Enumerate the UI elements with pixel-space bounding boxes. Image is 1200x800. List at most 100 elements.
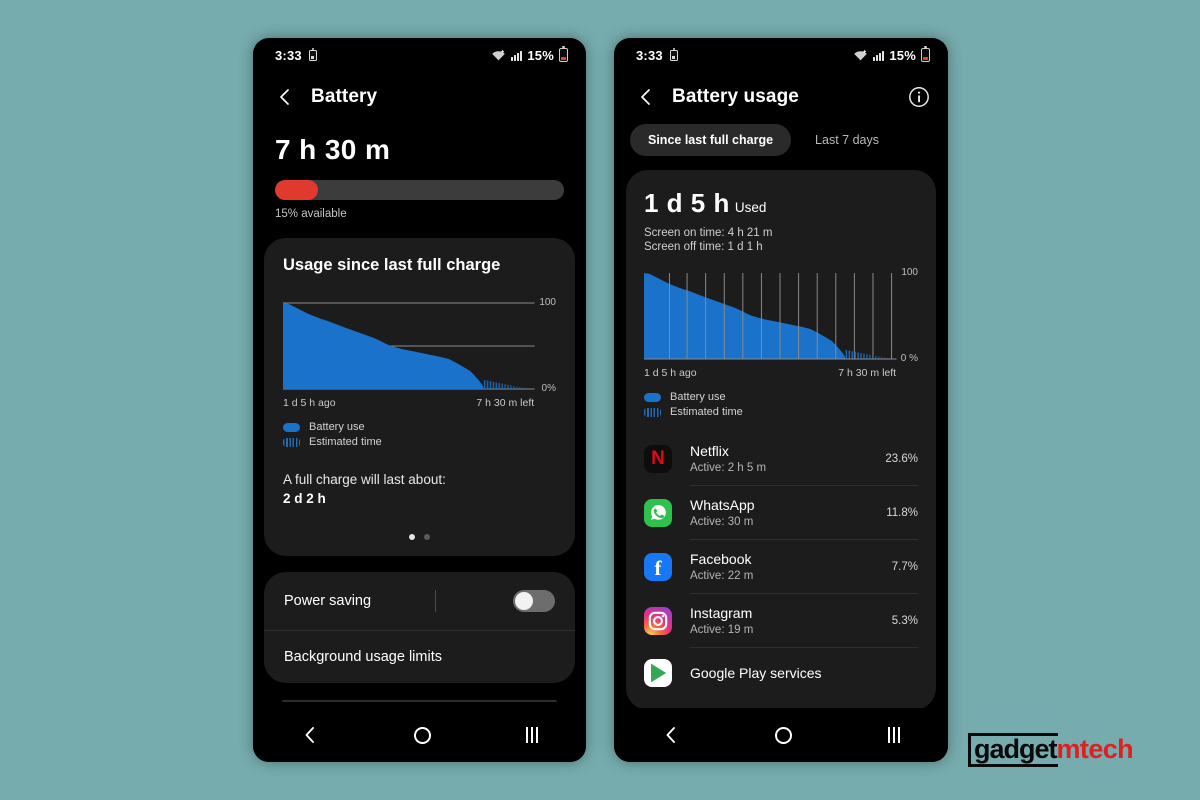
battery-available-caption: 15% available xyxy=(275,208,347,220)
page-title: Battery xyxy=(311,86,378,107)
whatsapp-icon xyxy=(644,498,672,527)
legend-label: Battery use xyxy=(670,391,726,403)
page-dot-1[interactable] xyxy=(409,534,415,540)
battery-icon xyxy=(921,46,930,62)
google-play-glyph xyxy=(651,663,667,683)
home-nav-icon[interactable] xyxy=(775,726,793,744)
battery-progress-fill xyxy=(275,180,319,200)
info-icon[interactable] xyxy=(908,86,930,108)
status-bar-left-group: 3:33 xyxy=(636,48,678,63)
phone-right-battery-usage-screen: 3:33 15% Battery usage Since last full c… xyxy=(614,38,948,762)
watermark-logo: gadget mtech xyxy=(968,733,1134,767)
app-name: WhatsApp xyxy=(690,497,755,513)
list-item[interactable]: Google Play services xyxy=(644,648,918,698)
chart-x-end-label: 7 h 30 m left xyxy=(476,397,535,409)
back-icon[interactable] xyxy=(275,87,295,107)
app-name: Instagram xyxy=(690,605,753,621)
app-meta: WhatsApp Active: 30 m xyxy=(690,497,755,528)
legend-label: Battery use xyxy=(309,421,365,433)
usage-period-tabs[interactable]: Since last full charge Last 7 days xyxy=(614,108,948,156)
signal-icon xyxy=(872,50,885,61)
power-saving-toggle[interactable] xyxy=(512,590,555,612)
chart-y-min-label: 0 % xyxy=(900,353,918,364)
appbar-right: Battery usage xyxy=(614,72,948,108)
app-usage-list[interactable]: N Netflix Active: 2 h 5 m 23.6% WhatsApp… xyxy=(644,432,918,698)
back-icon[interactable] xyxy=(636,87,656,107)
settings-card: Power saving Background usage limits xyxy=(264,572,575,683)
estimated-time-hatch xyxy=(845,350,892,359)
appbar-left: Battery xyxy=(253,72,586,108)
wifi-icon xyxy=(853,49,867,60)
list-item[interactable]: N Netflix Active: 2 h 5 m 23.6% xyxy=(644,432,918,485)
chart-x-labels: 1 d 5 h ago 7 h 30 m left xyxy=(644,367,896,379)
recents-nav-icon[interactable] xyxy=(525,727,539,743)
alarm-icon xyxy=(669,48,678,61)
chart-y-max-label: 100 xyxy=(539,297,556,308)
list-item[interactable]: WhatsApp Active: 30 m 11.8% xyxy=(644,486,918,539)
back-nav-icon[interactable] xyxy=(662,726,680,744)
chart-legend-right: Battery use Estimated time xyxy=(644,391,918,418)
page-title: Battery usage xyxy=(672,86,799,107)
setting-label: Power saving xyxy=(284,593,372,609)
legend-swatch-battery-use-icon xyxy=(283,422,300,432)
app-name: Facebook xyxy=(690,551,752,567)
battery-usage-chart-right: 100 0 % xyxy=(644,267,918,364)
home-nav-icon[interactable] xyxy=(413,726,431,744)
list-item[interactable]: f Facebook Active: 22 m 7.7% xyxy=(644,540,918,593)
status-bar-right-group: 15% xyxy=(853,46,930,63)
used-value: 1 d 5 h xyxy=(644,188,730,218)
screenshot-canvas: 3:33 15% Battery 7 h 30 m 15% available … xyxy=(0,0,1200,800)
battery-progress-bar xyxy=(275,180,564,200)
recents-nav-icon[interactable] xyxy=(887,727,901,743)
app-meta: Instagram Active: 19 m xyxy=(690,605,753,636)
app-active-time: Active: 30 m xyxy=(690,516,754,528)
chart-x-start-label: 1 d 5 h ago xyxy=(283,397,336,409)
estimated-time-hatch xyxy=(483,380,530,389)
status-bar-right-group: 15% xyxy=(491,46,568,63)
list-item[interactable]: Instagram Active: 19 m 5.3% xyxy=(644,594,918,647)
nav-hint-bar xyxy=(253,694,586,708)
phone-left-battery-screen: 3:33 15% Battery 7 h 30 m 15% available … xyxy=(253,38,586,762)
chart-x-start-label: 1 d 5 h ago xyxy=(644,367,697,379)
alarm-icon xyxy=(308,48,317,61)
instagram-glyph xyxy=(648,611,668,630)
navbar-left xyxy=(253,708,586,762)
carousel-page-dots[interactable] xyxy=(283,534,556,540)
google-play-icon xyxy=(644,659,672,687)
back-nav-icon[interactable] xyxy=(301,726,319,744)
app-active-time: Active: 22 m xyxy=(690,570,754,582)
app-meta: Facebook Active: 22 m xyxy=(690,551,753,582)
usage-card[interactable]: Usage since last full charge 100 0% 1 d … xyxy=(264,238,575,556)
chart-x-labels: 1 d 5 h ago 7 h 30 m left xyxy=(283,397,534,409)
tab-last-7-days[interactable]: Last 7 days xyxy=(797,124,897,156)
legend-label: Estimated time xyxy=(309,436,382,448)
status-time: 3:33 xyxy=(275,47,302,63)
battery-icon xyxy=(559,46,568,62)
legend-swatch-estimated-time-icon xyxy=(644,407,661,417)
page-dot-2[interactable] xyxy=(424,534,430,540)
setting-row-background-usage-limits[interactable]: Background usage limits xyxy=(264,630,575,683)
legend-item: Estimated time xyxy=(283,436,556,448)
instagram-icon xyxy=(644,606,672,635)
battery-percent-label: 15% xyxy=(527,47,554,63)
whatsapp-glyph xyxy=(650,505,666,520)
status-time: 3:33 xyxy=(636,47,663,63)
signal-icon xyxy=(510,50,523,61)
app-active-time: Active: 19 m xyxy=(690,624,754,636)
watermark-mtech-text: mtech xyxy=(1056,734,1134,764)
full-charge-label: A full charge will last about: xyxy=(283,472,446,487)
tab-since-last-full-charge[interactable]: Since last full charge xyxy=(630,124,792,156)
netflix-icon: N xyxy=(644,444,672,473)
app-name: Google Play services xyxy=(690,665,822,681)
app-meta: Netflix Active: 2 h 5 m xyxy=(690,443,766,474)
status-bar-right: 3:33 15% xyxy=(614,38,948,72)
navbar-right xyxy=(614,708,948,762)
remaining-time: 7 h 30 m xyxy=(275,134,391,165)
app-meta: Google Play services xyxy=(690,665,822,681)
legend-item: Estimated time xyxy=(644,406,918,418)
battery-usage-chart-left: 100 0% xyxy=(283,297,556,394)
setting-row-power-saving[interactable]: Power saving xyxy=(264,572,575,630)
chart-svg xyxy=(644,273,897,360)
legend-item: Battery use xyxy=(283,421,556,433)
watermark-gadget-text: gadget xyxy=(968,733,1058,767)
